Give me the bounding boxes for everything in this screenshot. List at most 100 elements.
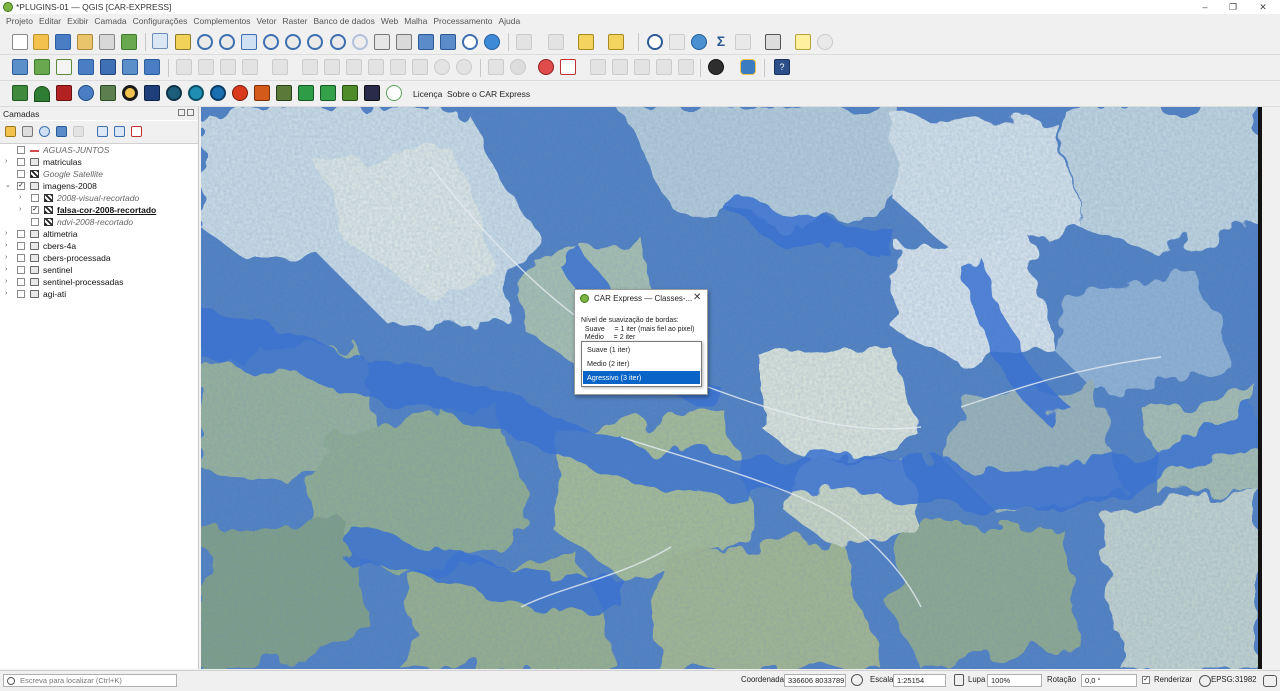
attribute-table-icon[interactable]	[669, 34, 685, 50]
expand-arrow-icon[interactable]: ›	[19, 192, 21, 204]
coordinate-toggle-icon[interactable]	[851, 674, 863, 686]
modify-attributes-icon[interactable]	[324, 59, 340, 75]
car-express-map-icon[interactable]	[100, 85, 116, 101]
zoom-next-icon[interactable]	[352, 34, 368, 50]
toggle-editing-icon[interactable]	[176, 59, 192, 75]
open-project-icon[interactable]	[33, 34, 49, 50]
menu-complementos[interactable]: Complementos	[193, 15, 250, 28]
refresh-icon[interactable]	[484, 34, 500, 50]
car-express-fire-icon[interactable]	[232, 85, 248, 101]
layer-item[interactable]: › agi-ati	[0, 288, 198, 300]
close-window-button[interactable]: ✕	[1250, 0, 1276, 14]
car-express-forest-icon[interactable]	[320, 85, 336, 101]
car-express-search-icon[interactable]	[188, 85, 204, 101]
car-express-image-icon[interactable]	[364, 85, 380, 101]
option-suave[interactable]: Suave (1 iter)	[583, 343, 700, 356]
identify-features-icon[interactable]	[516, 34, 532, 50]
layer-visibility-checkbox[interactable]	[17, 170, 25, 178]
remove-layer-icon[interactable]	[131, 126, 142, 137]
temporal-controller-icon[interactable]	[462, 34, 478, 50]
layer-item[interactable]: Google Satellite	[0, 168, 198, 180]
help-icon[interactable]: ?	[774, 59, 790, 75]
menu-vetor[interactable]: Vetor	[257, 15, 277, 28]
car-express-settings-icon[interactable]	[78, 85, 94, 101]
new-geopackage-icon[interactable]	[34, 59, 50, 75]
license-link[interactable]: Licença	[413, 89, 442, 99]
menu-configuracoes[interactable]: Configurações	[133, 15, 188, 28]
locator-search-input[interactable]: Escreva para localizar (Ctrl+K)	[3, 674, 177, 687]
option-agressivo[interactable]: Agressivo (3 iter)	[583, 371, 700, 384]
layer-visibility-checkbox[interactable]: ✓	[31, 206, 39, 214]
menu-ajuda[interactable]: Ajuda	[498, 15, 520, 28]
print-layout-icon[interactable]	[99, 34, 115, 50]
menu-exibir[interactable]: Exibir	[67, 15, 88, 28]
maximize-button[interactable]: ❐	[1220, 0, 1246, 14]
car-express-circle-icon[interactable]	[386, 85, 402, 101]
locator-icon[interactable]	[817, 34, 833, 50]
add-wms-layer-icon[interactable]	[100, 59, 116, 75]
expand-arrow-icon[interactable]: ›	[5, 276, 7, 288]
expand-arrow-icon[interactable]: ›	[5, 156, 7, 168]
menu-banco-de-dados[interactable]: Banco de dados	[313, 15, 374, 28]
car-express-globe-icon[interactable]	[166, 85, 182, 101]
cut-features-icon[interactable]	[368, 59, 384, 75]
current-edits-icon[interactable]	[198, 59, 214, 75]
vertex-tool-icon[interactable]	[302, 59, 318, 75]
bookmark-icon[interactable]	[418, 34, 434, 50]
layer-visibility-checkbox[interactable]	[17, 290, 25, 298]
car-express-compass-icon[interactable]	[210, 85, 226, 101]
layer-item[interactable]: › altimetria	[0, 228, 198, 240]
smoothing-level-dropdown[interactable]: Suave (1 iter) Medio (2 iter) Agressivo …	[581, 341, 702, 387]
car-express-tree-icon[interactable]	[298, 85, 314, 101]
show-hide-labels-icon[interactable]	[590, 59, 606, 75]
float-panel-icon[interactable]	[178, 109, 185, 116]
map-tips-icon[interactable]	[795, 34, 811, 50]
paste-features-icon[interactable]	[412, 59, 428, 75]
expand-arrow-icon[interactable]: ›	[5, 288, 7, 300]
layer-item[interactable]: › cbers-4a	[0, 240, 198, 252]
change-label-icon[interactable]	[656, 59, 672, 75]
car-express-burn-icon[interactable]	[254, 85, 270, 101]
diagram-options-icon[interactable]	[538, 59, 554, 75]
crs-globe-icon[interactable]	[1199, 675, 1211, 687]
add-feature-icon[interactable]	[272, 59, 288, 75]
about-car-express-link[interactable]: Sobre o CAR Express	[447, 89, 530, 99]
car-express-sat-icon[interactable]	[144, 85, 160, 101]
car-express-layer-icon[interactable]	[56, 85, 72, 101]
data-source-manager-icon[interactable]	[12, 59, 28, 75]
open-layer-styling-icon[interactable]	[5, 126, 16, 137]
layer-visibility-checkbox[interactable]	[17, 230, 25, 238]
redo-icon[interactable]	[456, 59, 472, 75]
zoom-to-selection-icon[interactable]	[263, 34, 279, 50]
layer-visibility-checkbox[interactable]: ✓	[17, 182, 25, 190]
select-features-icon[interactable]	[548, 34, 564, 50]
car-express-leaf-icon[interactable]	[34, 86, 50, 102]
pan-to-selection-icon[interactable]	[175, 34, 191, 50]
filter-legend-icon[interactable]	[56, 126, 67, 137]
layer-visibility-checkbox[interactable]	[31, 218, 39, 226]
car-express-main-icon[interactable]	[12, 85, 28, 101]
rotation-field[interactable]: 0,0 °	[1081, 674, 1137, 687]
layer-visibility-checkbox[interactable]	[17, 242, 25, 250]
copy-features-icon[interactable]	[390, 59, 406, 75]
expand-arrow-icon[interactable]: ›	[5, 264, 7, 276]
select-by-expression-icon[interactable]	[608, 34, 624, 50]
layer-visibility-checkbox[interactable]	[31, 194, 39, 202]
zoom-to-layer-icon[interactable]	[285, 34, 301, 50]
expand-arrow-icon[interactable]: ›	[19, 204, 21, 216]
expand-arrow-icon[interactable]: ⌄	[5, 180, 11, 192]
show-bookmarks-icon[interactable]	[440, 34, 456, 50]
manage-map-themes-icon[interactable]	[39, 126, 50, 137]
layer-item[interactable]: › 2008-visual-recortado	[0, 192, 198, 204]
add-raster-layer-icon[interactable]	[78, 59, 94, 75]
label-toolbar-icon[interactable]	[488, 59, 504, 75]
scale-field[interactable]: 1:25154	[893, 674, 946, 687]
add-group-icon[interactable]	[22, 126, 33, 137]
filter-by-expression-icon[interactable]	[73, 126, 84, 137]
expand-arrow-icon[interactable]: ›	[5, 240, 7, 252]
zoom-last-icon[interactable]	[330, 34, 346, 50]
menu-web[interactable]: Web	[381, 15, 398, 28]
collapse-all-icon[interactable]	[114, 126, 125, 137]
move-label-icon[interactable]	[612, 59, 628, 75]
python-console-icon[interactable]	[740, 59, 756, 75]
